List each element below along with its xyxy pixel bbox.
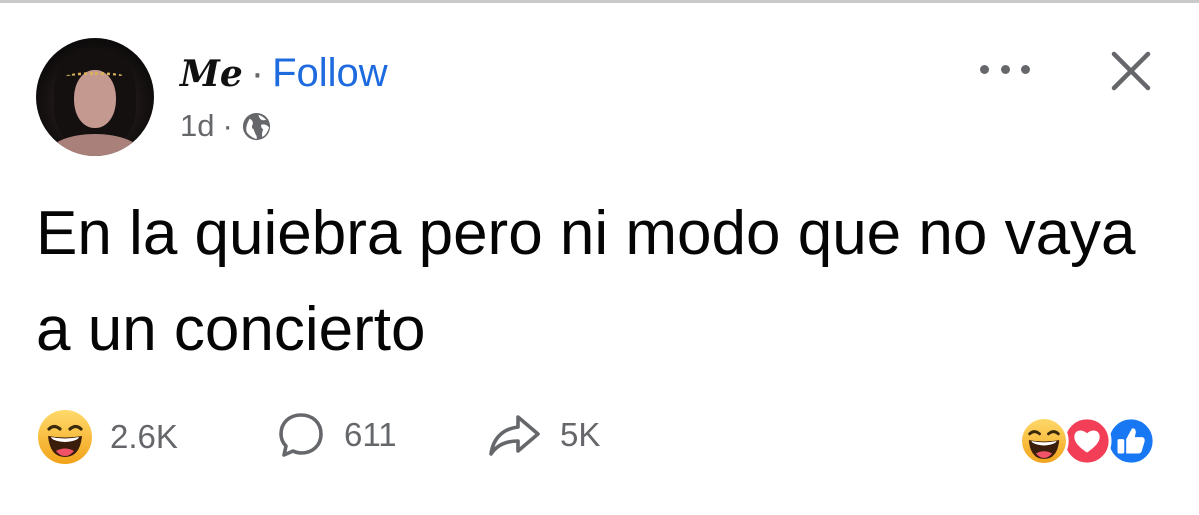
post-meta: 1d ·: [180, 108, 272, 144]
post-footer: 2.6K 611 5K: [36, 398, 1166, 472]
share-icon: [489, 415, 540, 456]
reactions-count: 2.6K: [110, 418, 178, 455]
comment-icon: [279, 413, 323, 457]
close-icon[interactable]: [1104, 44, 1158, 98]
follow-button[interactable]: Follow: [272, 51, 388, 95]
top-divider: [0, 0, 1199, 3]
meta-separator: ·: [222, 108, 233, 143]
shares-stat[interactable]: 5K: [486, 408, 600, 462]
more-options-icon[interactable]: [980, 56, 1030, 82]
post-header: Me · Follow 1d ·: [36, 38, 1166, 158]
globe-icon: [242, 112, 270, 140]
like-reaction-icon: [1106, 416, 1156, 466]
author-line: Me · Follow: [180, 50, 388, 97]
haha-reaction-icon: [38, 410, 92, 464]
haha-reaction-small-icon: [1019, 416, 1069, 466]
reactions-stat[interactable]: 2.6K: [36, 408, 178, 466]
comments-stat[interactable]: 611: [274, 408, 397, 462]
reaction-summary[interactable]: [1018, 416, 1168, 466]
comments-count: 611: [344, 416, 397, 453]
shares-count: 5K: [560, 416, 601, 453]
post-time[interactable]: 1d: [180, 108, 214, 144]
author-name[interactable]: Me: [180, 53, 243, 95]
avatar[interactable]: [36, 38, 154, 156]
name-separator: ·: [250, 51, 265, 95]
post-text: En la quiebra pero ni modo que no vaya a…: [36, 199, 1136, 364]
